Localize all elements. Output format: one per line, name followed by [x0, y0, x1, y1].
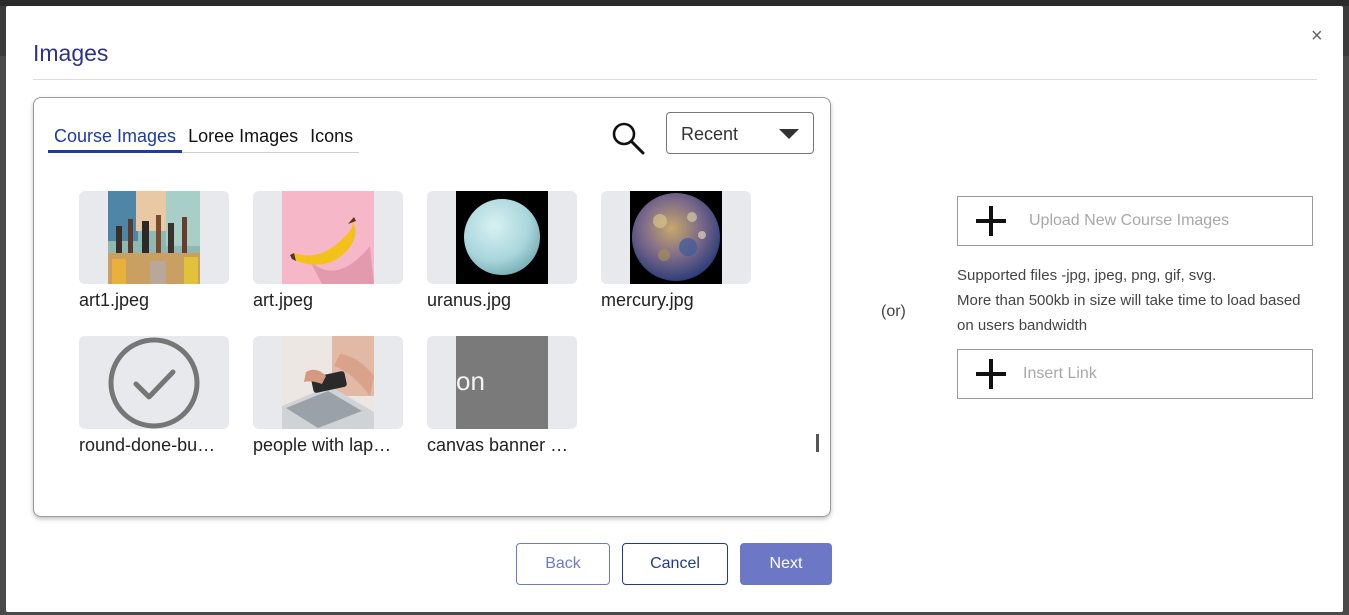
- title-divider: [33, 79, 1317, 80]
- sort-selected-value: Recent: [681, 124, 739, 144]
- dialog-title: Images: [33, 40, 109, 66]
- search-icon[interactable]: [610, 120, 646, 156]
- image-tile-uranus[interactable]: [427, 191, 577, 284]
- close-icon[interactable]: ×: [1311, 26, 1323, 46]
- supported-files-note: Supported files -jpg, jpeg, png, gif, sv…: [957, 267, 1217, 284]
- next-button[interactable]: Next: [740, 543, 832, 585]
- back-button[interactable]: Back: [516, 543, 610, 585]
- upload-help-text: Supported files -jpg, jpeg, png, gif, sv…: [957, 263, 1317, 338]
- image-name-uranus[interactable]: uranus.jpg: [427, 290, 587, 311]
- image-browser-panel: Course Images Loree Images Icons Recent: [33, 97, 831, 517]
- insert-link-button[interactable]: Insert Link: [957, 349, 1313, 399]
- tab-loree-images[interactable]: Loree Images: [182, 125, 304, 150]
- art-thumbnail: [282, 191, 374, 284]
- image-name-mercury[interactable]: mercury.jpg: [601, 290, 761, 311]
- caret-down-icon: [779, 129, 799, 139]
- cancel-button[interactable]: Cancel: [622, 543, 728, 585]
- image-tile-round-done[interactable]: [79, 336, 229, 429]
- upload-course-images-button[interactable]: Upload New Course Images: [957, 196, 1313, 246]
- upload-course-images-label: Upload New Course Images: [1029, 212, 1230, 229]
- image-tile-canvas-banner[interactable]: on: [427, 336, 577, 429]
- image-list-scrollbar[interactable]: [816, 434, 819, 452]
- canvas-banner-thumb-text: on: [456, 366, 485, 396]
- image-name-art[interactable]: art.jpeg: [253, 290, 413, 311]
- image-tile-art[interactable]: [253, 191, 403, 284]
- uranus-thumbnail: [456, 191, 548, 284]
- plus-icon: [976, 206, 1006, 236]
- tab-icons[interactable]: Icons: [304, 125, 359, 150]
- image-name-round-done[interactable]: round-done-bu…: [79, 435, 239, 456]
- image-tile-people-laptop[interactable]: [253, 336, 403, 429]
- image-name-canvas-banner[interactable]: canvas banner …: [427, 435, 587, 456]
- images-dialog: × Images Course Images Loree Images Icon…: [6, 6, 1343, 612]
- image-tile-art1[interactable]: [79, 191, 229, 284]
- tab-course-images[interactable]: Course Images: [48, 125, 183, 153]
- image-name-art1[interactable]: art1.jpeg: [79, 290, 239, 311]
- or-separator: (or): [881, 303, 906, 320]
- image-tile-mercury[interactable]: [601, 191, 751, 284]
- people-laptop-thumbnail: [282, 336, 374, 429]
- check-circle-icon: [108, 336, 200, 429]
- canvas-banner-thumbnail: on: [456, 336, 548, 429]
- image-source-tabs: Course Images Loree Images Icons: [48, 125, 360, 153]
- insert-link-label: Insert Link: [1023, 365, 1097, 382]
- file-size-note: More than 500kb in size will take time t…: [957, 292, 1301, 334]
- art1-thumbnail: [108, 191, 200, 284]
- mercury-thumbnail: [630, 191, 722, 284]
- sort-dropdown[interactable]: Recent: [666, 112, 814, 154]
- plus-icon: [976, 359, 1006, 389]
- image-name-people-laptop[interactable]: people with lap…: [253, 435, 413, 456]
